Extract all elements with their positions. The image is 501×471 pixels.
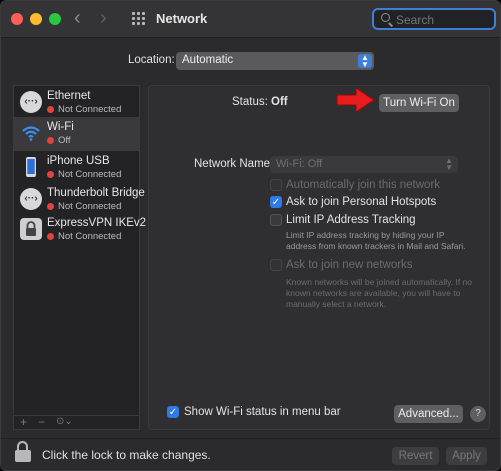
iphone-icon <box>20 156 42 178</box>
annotation-arrow-icon <box>336 87 375 113</box>
service-list: ‹··› Ethernet Not Connected Wi-Fi Off iP… <box>13 85 146 430</box>
advanced-button[interactable]: Advanced... <box>394 405 463 423</box>
ask-join-hotspots-label: Ask to join Personal Hotspots <box>286 196 437 208</box>
search-field[interactable] <box>372 8 496 30</box>
service-item-expressvpn[interactable]: ExpressVPN IKEv2 Not Connected <box>14 213 146 247</box>
turn-wifi-on-button[interactable]: Turn Wi-Fi On <box>379 94 459 112</box>
auto-join-label: Automatically join this network <box>286 179 441 191</box>
service-status-text: Not Connected <box>58 104 122 115</box>
status-dot-icon <box>47 106 54 113</box>
title-bar: ‹ › Network <box>1 1 500 38</box>
remove-service-button[interactable]: − <box>38 416 45 428</box>
service-item-iphone-usb[interactable]: iPhone USB Not Connected <box>14 151 139 185</box>
auto-join-checkbox[interactable] <box>270 179 282 191</box>
status-dot-icon <box>47 171 54 178</box>
service-status: Off <box>47 135 71 146</box>
service-item-thunderbolt-bridge[interactable]: ‹··› Thunderbolt Bridge Not Connected <box>14 183 145 217</box>
lock-message: Click the lock to make changes. <box>42 448 211 462</box>
chevron-updown-icon: ▲ ▼ <box>445 156 453 172</box>
network-preferences-window: ‹ › Network Location: Automatic ▲▼ ‹··› … <box>0 0 501 471</box>
new-networks-note: Known networks will be joined automatica… <box>286 277 472 309</box>
status-dot-icon <box>47 203 54 210</box>
help-button[interactable]: ? <box>470 406 486 422</box>
service-status: Not Connected <box>47 201 121 212</box>
search-icon <box>381 13 390 22</box>
show-wifi-status-checkbox[interactable]: ✓ <box>167 406 179 418</box>
limit-ip-tracking-label: Limit IP Address Tracking <box>286 214 416 226</box>
service-status-text: Not Connected <box>58 231 122 242</box>
wifi-icon <box>20 122 42 144</box>
service-item-wifi[interactable]: Wi-Fi Off <box>14 117 139 151</box>
service-name: Wi-Fi <box>47 121 74 133</box>
wifi-settings-panel <box>148 85 490 430</box>
vpn-lock-icon <box>20 218 42 240</box>
service-actions-menu-button[interactable]: ⊙⌄ <box>56 416 73 428</box>
service-status: Not Connected <box>47 231 121 242</box>
show-wifi-status-label: Show Wi-Fi status in menu bar <box>184 406 341 418</box>
service-status-text: Off <box>58 135 71 146</box>
service-name: Thunderbolt Bridge <box>47 187 145 199</box>
ask-join-new-networks-label: Ask to join new networks <box>286 259 413 271</box>
zoom-window-button[interactable] <box>49 13 61 25</box>
location-select[interactable]: Automatic ▲ ▼ <box>176 52 374 70</box>
apply-button[interactable]: Apply <box>446 447 487 465</box>
show-all-grid-icon[interactable] <box>132 12 146 26</box>
service-status: Not Connected <box>47 104 121 115</box>
network-name-select[interactable]: Wi-Fi: Off ▲ ▼ <box>270 156 458 173</box>
service-name: Ethernet <box>47 90 91 102</box>
ethernet-icon: ‹··› <box>20 91 42 113</box>
minimize-window-button[interactable] <box>30 13 42 25</box>
service-status-text: Not Connected <box>58 169 122 180</box>
revert-button[interactable]: Revert <box>392 447 439 465</box>
network-name-label: Network Name: <box>194 158 274 170</box>
service-list-toolbar: + − ⊙⌄ <box>14 415 139 429</box>
limit-ip-tracking-note: Limit IP address tracking by hiding your… <box>286 230 466 251</box>
network-name-value: Wi-Fi: Off <box>276 158 323 170</box>
service-status: Not Connected <box>47 169 121 180</box>
add-service-button[interactable]: + <box>20 416 27 428</box>
lock-icon[interactable] <box>15 441 31 463</box>
chevron-updown-icon: ▲ ▼ <box>358 54 372 69</box>
service-name: ExpressVPN IKEv2 <box>47 217 147 229</box>
status-label: Status: <box>232 96 268 108</box>
search-input[interactable] <box>396 11 492 28</box>
ask-join-hotspots-checkbox[interactable]: ✓ <box>270 196 282 208</box>
window-title: Network <box>156 11 208 26</box>
forward-button[interactable]: › <box>100 7 107 29</box>
status-dot-icon <box>47 137 54 144</box>
status-dot-icon <box>47 233 54 240</box>
service-name: iPhone USB <box>47 155 110 167</box>
location-label: Location: <box>128 54 175 66</box>
ask-join-new-networks-checkbox[interactable] <box>270 259 282 271</box>
service-status-text: Not Connected <box>58 201 122 212</box>
back-button[interactable]: ‹ <box>74 7 81 29</box>
close-window-button[interactable] <box>11 13 23 25</box>
limit-ip-tracking-checkbox[interactable] <box>270 214 282 226</box>
thunderbolt-icon: ‹··› <box>20 188 42 210</box>
status-value: Off <box>271 96 288 108</box>
service-item-ethernet[interactable]: ‹··› Ethernet Not Connected <box>14 86 139 120</box>
location-value: Automatic <box>182 54 234 66</box>
